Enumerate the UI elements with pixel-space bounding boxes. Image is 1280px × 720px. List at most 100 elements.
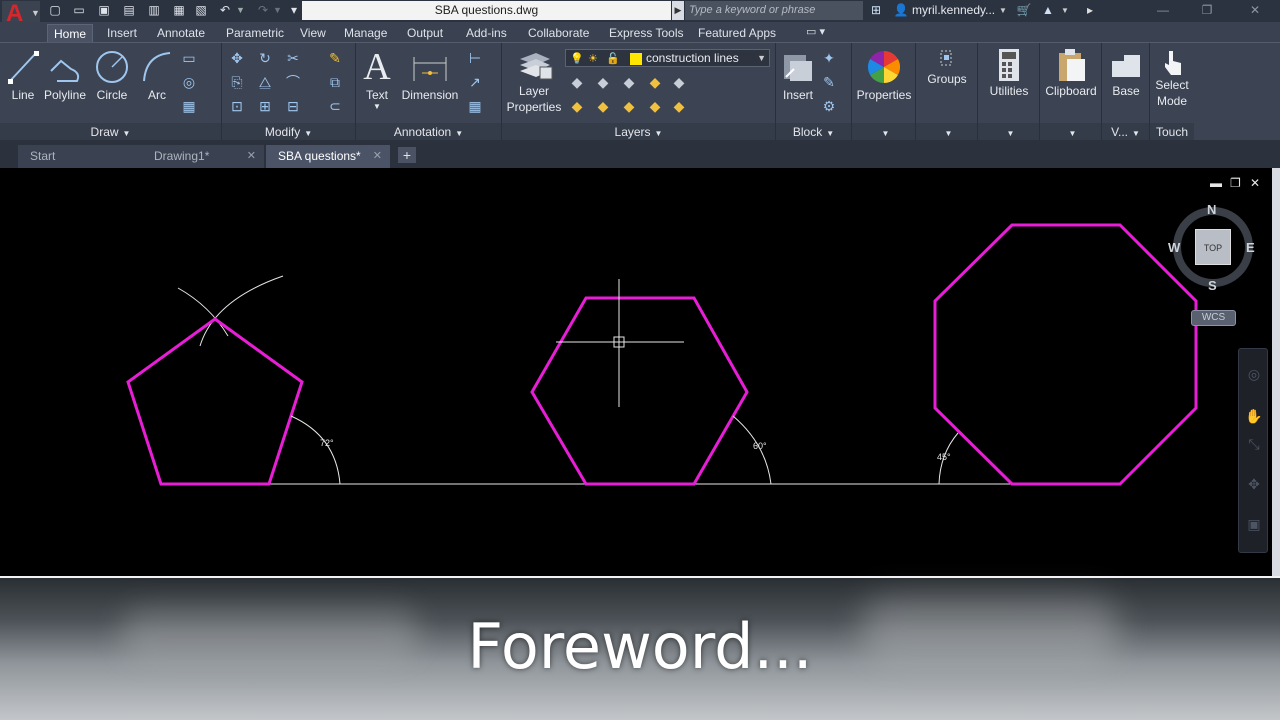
save-icon[interactable]: ▣ — [96, 2, 112, 18]
file-tab-drawing1[interactable]: Drawing1* ✕ — [142, 145, 264, 168]
utilities-button[interactable]: Utilities — [980, 47, 1038, 99]
erase-icon[interactable]: ✎ — [326, 49, 344, 67]
layer-off-icon[interactable]: ◆ — [594, 97, 612, 115]
showmotion-icon[interactable]: ▣ — [1245, 515, 1263, 533]
match-layer-icon[interactable]: ◆ — [670, 73, 688, 91]
close-tab-icon[interactable]: ✕ — [373, 145, 382, 167]
offset-icon[interactable]: ⊂ — [326, 97, 344, 115]
dimension-button[interactable]: Dimension — [400, 47, 460, 103]
layer-dropdown[interactable]: 💡 ☀ 🔓 construction lines ▼ — [565, 49, 770, 67]
layer-lock-icon[interactable]: ◆ — [646, 73, 664, 91]
pan-icon[interactable]: ✋ — [1245, 407, 1263, 425]
close-button[interactable]: ✕ — [1238, 0, 1272, 20]
groups-panel-title[interactable]: ▼ — [916, 123, 977, 141]
linear-dimension-icon[interactable]: ⊢ — [466, 49, 484, 67]
layer-properties-button[interactable]: Layer Properties — [506, 47, 562, 115]
orbit-icon[interactable]: ✥ — [1245, 475, 1263, 493]
text-button[interactable]: A Text ▼ — [362, 47, 392, 111]
drawing-area[interactable]: 72° 60° 45° ▬ ❐ ✕ N S E W TOP WCS ◎ ✋ ⤡ … — [0, 168, 1280, 578]
tab-view[interactable]: View — [294, 24, 332, 42]
new-file-icon[interactable]: ▢ — [47, 2, 63, 18]
circle-button[interactable]: Circle — [92, 47, 132, 103]
tab-annotate[interactable]: Annotate — [151, 24, 211, 42]
viewport-close-icon[interactable]: ✕ — [1250, 176, 1260, 190]
table-icon[interactable]: ▦ — [466, 97, 484, 115]
clipboard-button[interactable]: Clipboard — [1042, 47, 1100, 99]
compass-north[interactable]: N — [1207, 202, 1216, 217]
annotation-panel-title[interactable]: Annotation ▼ — [356, 123, 501, 141]
make-current-icon[interactable]: ◆ — [594, 73, 612, 91]
cart-icon[interactable]: 🛒 — [1016, 2, 1032, 19]
layer-isolate-icon[interactable]: ◆ — [620, 73, 638, 91]
tab-parametric[interactable]: Parametric — [220, 24, 290, 42]
wcs-menu[interactable]: WCS — [1191, 310, 1236, 326]
draw-panel-title[interactable]: Draw ▼ — [0, 123, 221, 141]
file-tab-sba-questions[interactable]: SBA questions* ✕ — [266, 145, 390, 168]
user-dropdown-icon[interactable]: ▼ — [998, 2, 1008, 19]
hexagon-shape[interactable] — [530, 296, 749, 486]
search-expand-arrow-icon[interactable]: ▶ — [672, 1, 684, 20]
mirror-icon[interactable]: ⧋ — [256, 73, 274, 91]
tab-insert[interactable]: Insert — [101, 24, 143, 42]
tab-manage[interactable]: Manage — [338, 24, 393, 42]
viewport-restore-icon[interactable]: ❐ — [1230, 176, 1241, 190]
layer-unlock-icon[interactable]: ◆ — [646, 97, 664, 115]
polyline-button[interactable]: Polyline — [42, 47, 88, 103]
edit-block-icon[interactable]: ✎ — [820, 73, 838, 91]
move-icon[interactable]: ✥ — [228, 49, 246, 67]
touch-panel-title[interactable]: Touch — [1150, 123, 1194, 141]
steering-wheel-icon[interactable]: ◎ — [1245, 365, 1263, 383]
undo-icon[interactable]: ↶ — [217, 2, 233, 18]
binoculars-icon[interactable]: ⊞ — [868, 2, 884, 19]
open-folder-icon[interactable]: ▭ — [71, 2, 87, 18]
compass-south[interactable]: S — [1208, 278, 1217, 293]
new-tab-button[interactable]: + — [398, 147, 416, 163]
zoom-icon[interactable]: ⤡ — [1245, 435, 1263, 453]
create-block-icon[interactable]: ✦ — [820, 49, 838, 67]
redo-icon[interactable]: ↷ — [255, 2, 271, 18]
construction-arc[interactable] — [199, 275, 284, 347]
pentagon-shape[interactable] — [126, 317, 304, 486]
file-tab-start[interactable]: Start — [18, 145, 142, 168]
modify-panel-title[interactable]: Modify ▼ — [222, 123, 355, 141]
tab-home[interactable]: Home — [47, 24, 94, 42]
leader-icon[interactable]: ↗ — [466, 73, 484, 91]
properties-button[interactable]: Properties — [854, 47, 914, 103]
edit-attributes-icon[interactable]: ⚙ — [820, 97, 838, 115]
insert-block-button[interactable]: Insert — [778, 47, 818, 103]
properties-panel-title[interactable]: ▼ — [852, 123, 915, 141]
hatch-icon[interactable]: ◎ — [180, 73, 198, 91]
save-as-icon[interactable]: ▤ — [121, 2, 137, 18]
rotate-icon[interactable]: ↻ — [256, 49, 274, 67]
close-tab-icon[interactable]: ✕ — [247, 145, 256, 167]
utilities-panel-title[interactable]: ▼ — [978, 123, 1039, 141]
tab-featured-apps[interactable]: Featured Apps — [692, 24, 782, 42]
stretch-icon[interactable]: ⊡ — [228, 97, 246, 115]
minimize-button[interactable]: — — [1146, 0, 1180, 20]
clipboard-panel-title[interactable]: ▼ — [1040, 123, 1101, 141]
angle-arc-72[interactable] — [290, 415, 341, 485]
search-input[interactable]: Type a keyword or phrase — [685, 1, 863, 20]
array-icon[interactable]: ⊟ — [284, 97, 302, 115]
print-icon[interactable]: ▧ — [193, 2, 209, 18]
user-account-menu[interactable]: myril.kennedy... — [912, 2, 995, 19]
undo-dropdown-icon[interactable]: ▼ — [236, 2, 245, 18]
trim-icon[interactable]: ✂ — [284, 49, 302, 67]
autodesk-a360-icon[interactable]: ▲ — [1040, 2, 1056, 19]
compass-east[interactable]: E — [1246, 240, 1255, 255]
line-button[interactable]: Line — [6, 47, 40, 103]
viewport-minimize-icon[interactable]: ▬ — [1210, 176, 1222, 190]
select-mode-button[interactable]: Select Mode — [1150, 47, 1194, 109]
fillet-icon[interactable]: ⌒ — [284, 73, 302, 91]
customize-toolbar-icon[interactable]: ▾ — [286, 2, 302, 18]
redo-dropdown-icon[interactable]: ▼ — [273, 2, 282, 18]
plot-icon[interactable]: ▦ — [171, 2, 187, 18]
tab-add-ins[interactable]: Add-ins — [460, 24, 513, 42]
block-panel-title[interactable]: Block ▼ — [776, 123, 851, 141]
base-view-button[interactable]: Base — [1104, 47, 1148, 99]
tab-output[interactable]: Output — [401, 24, 449, 42]
viewcube-top-face[interactable]: TOP — [1195, 229, 1231, 265]
layer-unisolate-icon[interactable]: ◆ — [620, 97, 638, 115]
publish-icon[interactable]: ▥ — [146, 2, 162, 18]
copy-icon[interactable]: ⎘ — [228, 73, 246, 91]
